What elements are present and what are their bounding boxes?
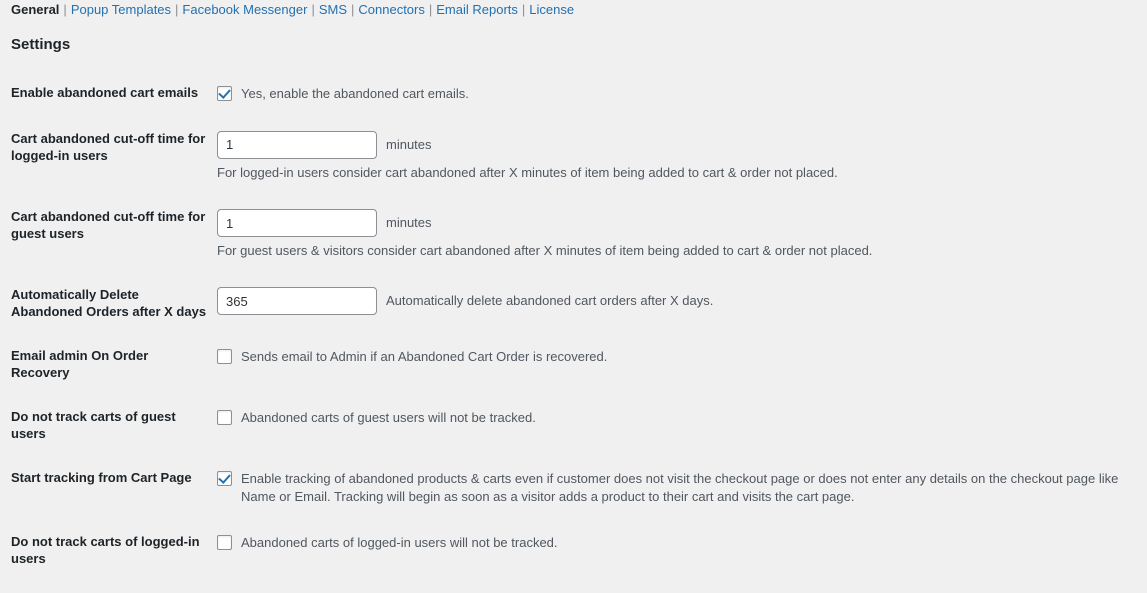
checkbox-do-not-track-carts-of-guest-users[interactable] (217, 409, 232, 425)
setting-description: Automatically delete abandoned cart orde… (386, 293, 714, 309)
settings-row-automatically-delete-abandoned-orders-after-x-days: Automatically Delete Abandoned Orders af… (0, 280, 1147, 341)
settings-row-enable-abandoned-cart-emails: Enable abandoned cart emails Yes, enable … (0, 78, 1147, 124)
input-unit: minutes (386, 137, 432, 153)
input-cart-abandoned-cut-off-time-for-logged-in-users[interactable] (217, 130, 377, 159)
input-line: Automatically delete abandoned cart orde… (217, 287, 1137, 316)
setting-label-start-tracking-from-cart-page: Start tracking from Cart Page (11, 469, 192, 485)
checkbox-row: Yes, enable the abandoned cart emails. (217, 85, 1137, 104)
tab-separator: | (351, 2, 355, 17)
setting-control-do-not-track-carts-of-guest-users: Abandoned carts of guest users will not … (217, 402, 1147, 463)
setting-label-enable-abandoned-cart-emails: Enable abandoned cart emails (11, 85, 199, 100)
settings-tab-nav: General | Popup Templates | Facebook Messeng… (11, 1, 574, 19)
setting-control-enable-abandoned-cart-emails: Yes, enable the abandoned cart emails. (217, 78, 1147, 124)
settings-form-table: Enable abandoned cart emails Yes, enable … (0, 78, 1147, 588)
settings-row-cart-abandoned-cut-off-time-for-guest-users: Cart abandoned cut-off time for guest us… (0, 202, 1147, 280)
setting-label-do-not-track-carts-of-logged-in-users: Do not track carts of logged-in users (11, 534, 200, 567)
checkbox-label[interactable]: Yes, enable the abandoned cart emails. (241, 85, 469, 104)
tab-license[interactable]: License (529, 2, 574, 17)
checkbox-email-admin-on-order-recovery[interactable] (217, 349, 232, 364)
setting-control-do-not-track-carts-of-logged-in-users: Abandoned carts of logged-in users will … (217, 527, 1147, 588)
tab-separator: | (175, 2, 179, 17)
page-title: Settings (11, 36, 71, 53)
checkbox-label[interactable]: Abandoned carts of guest users will not … (241, 409, 536, 428)
checkbox-start-tracking-from-cart-page[interactable] (217, 470, 232, 486)
settings-row-start-tracking-from-cart-page: Start tracking from Cart Page Enable trac… (0, 463, 1147, 528)
tab-sms[interactable]: SMS (319, 2, 347, 17)
checkbox-enable-abandoned-cart-emails[interactable] (217, 86, 232, 101)
setting-control-automatically-delete-abandoned-orders-after-x-days: Automatically delete abandoned cart orde… (217, 280, 1147, 341)
tab-facebook-messenger[interactable]: Facebook Messenger (182, 2, 307, 17)
settings-row-do-not-track-carts-of-logged-in-users: Do not track carts of logged-in users Aba… (0, 527, 1147, 588)
setting-label-do-not-track-carts-of-guest-users: Do not track carts of guest users (11, 408, 176, 441)
checkbox-label[interactable]: Sends email to Admin if an Abandoned Car… (241, 348, 607, 367)
setting-label-cart-abandoned-cut-off-time-for-guest-users: Cart abandoned cut-off time for guest us… (11, 209, 206, 241)
setting-control-cart-abandoned-cut-off-time-for-logged-in-users: minutes For logged-in users consider cart… (217, 124, 1147, 202)
setting-description: For logged-in users consider cart abando… (217, 164, 838, 180)
checkbox-row: Abandoned carts of guest users will not … (217, 409, 1137, 428)
tab-separator: | (521, 2, 526, 17)
tab-connectors[interactable]: Connectors (358, 2, 424, 17)
settings-row-cart-abandoned-cut-off-time-for-logged-in-users: Cart abandoned cut-off time for logged-i… (0, 124, 1147, 202)
abandoned-cart-settings-page: { "tabs": { "separator": "|", "items": [… (0, 0, 1147, 593)
input-automatically-delete-abandoned-orders-after-x-days[interactable] (217, 287, 377, 316)
settings-row-email-admin-on-order-recovery: Email admin On Order Recovery Sends email… (0, 341, 1147, 402)
input-line: minutes (217, 130, 1137, 159)
tab-separator: | (311, 2, 315, 17)
checkbox-do-not-track-carts-of-logged-in-users[interactable] (217, 535, 232, 551)
tab-popup-templates[interactable]: Popup Templates (71, 2, 171, 17)
input-line: minutes (217, 209, 1137, 238)
checkbox-row: Sends email to Admin if an Abandoned Car… (217, 348, 1137, 367)
checkbox-label[interactable]: Abandoned carts of logged-in users will … (241, 534, 558, 553)
setting-label-cart-abandoned-cut-off-time-for-logged-in-users: Cart abandoned cut-off time for logged-i… (11, 130, 206, 163)
tab-separator: | (63, 2, 67, 17)
setting-control-start-tracking-from-cart-page: Enable tracking of abandoned products & … (217, 463, 1147, 528)
settings-row-do-not-track-carts-of-guest-users: Do not track carts of guest users Abandon… (0, 402, 1147, 463)
setting-control-cart-abandoned-cut-off-time-for-guest-users: minutes For guest users & visitors consid… (217, 202, 1147, 280)
tab-general[interactable]: General (11, 2, 59, 17)
setting-label-email-admin-on-order-recovery: Email admin On Order Recovery (11, 348, 149, 380)
checkbox-row: Enable tracking of abandoned products & … (217, 470, 1137, 508)
setting-label-automatically-delete-abandoned-orders-after-x-days: Automatically Delete Abandoned Orders af… (11, 287, 207, 320)
checkbox-label[interactable]: Enable tracking of abandoned products & … (241, 470, 1137, 508)
input-cart-abandoned-cut-off-time-for-guest-users[interactable] (217, 209, 377, 238)
checkbox-row: Abandoned carts of logged-in users will … (217, 534, 1137, 553)
setting-description: For guest users & visitors consider cart… (217, 243, 873, 259)
input-unit: minutes (386, 215, 432, 231)
tab-separator: | (428, 2, 433, 17)
tab-email-reports[interactable]: Email Reports (436, 2, 518, 17)
setting-control-email-admin-on-order-recovery: Sends email to Admin if an Abandoned Car… (217, 341, 1147, 402)
